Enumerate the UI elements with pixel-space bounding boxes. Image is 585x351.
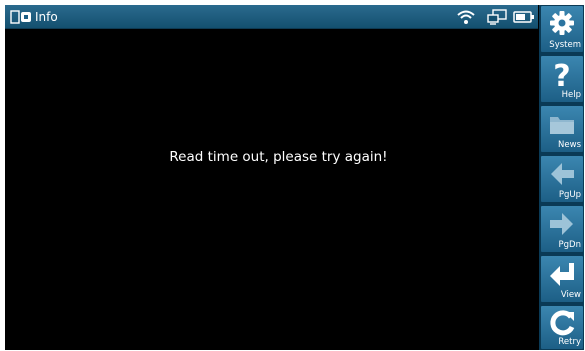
enter-arrow-icon <box>550 263 574 286</box>
view-label: View <box>560 290 581 300</box>
page-up-label: PgUp <box>558 190 581 200</box>
refresh-icon <box>550 310 575 336</box>
folder-icon <box>550 117 574 134</box>
retry-label: Retry <box>558 337 581 347</box>
arrow-right-icon <box>550 213 573 235</box>
help-label: Help <box>561 90 581 100</box>
news-label: News <box>558 140 581 150</box>
app-icon <box>10 10 31 24</box>
main-content: Read time out, please try again! <box>5 29 538 350</box>
view-button[interactable]: View <box>540 255 584 303</box>
battery-icon <box>513 11 534 23</box>
system-label: System <box>549 40 581 50</box>
window-title: Info <box>35 10 58 24</box>
page-up-button[interactable]: PgUp <box>540 155 584 203</box>
monitor-icon <box>487 9 507 25</box>
wifi-icon <box>457 10 475 24</box>
question-icon: ? <box>553 59 570 89</box>
gear-icon <box>550 11 574 35</box>
page-down-button[interactable]: PgDn <box>540 205 584 253</box>
toolbar: System ? Help News PgUp PgDn View Retry <box>539 5 584 350</box>
error-message: Read time out, please try again! <box>169 149 388 165</box>
arrow-left-icon <box>551 163 574 185</box>
retry-button[interactable]: Retry <box>540 305 584 350</box>
news-button[interactable]: News <box>540 105 584 153</box>
title-bar: Info <box>5 5 538 29</box>
system-button[interactable]: System <box>540 5 584 53</box>
device-screen: Info Read time out, please try again! Sy… <box>5 5 584 350</box>
svg-text:?: ? <box>553 59 570 89</box>
page-down-label: PgDn <box>558 240 581 250</box>
help-button[interactable]: ? Help <box>540 55 584 103</box>
